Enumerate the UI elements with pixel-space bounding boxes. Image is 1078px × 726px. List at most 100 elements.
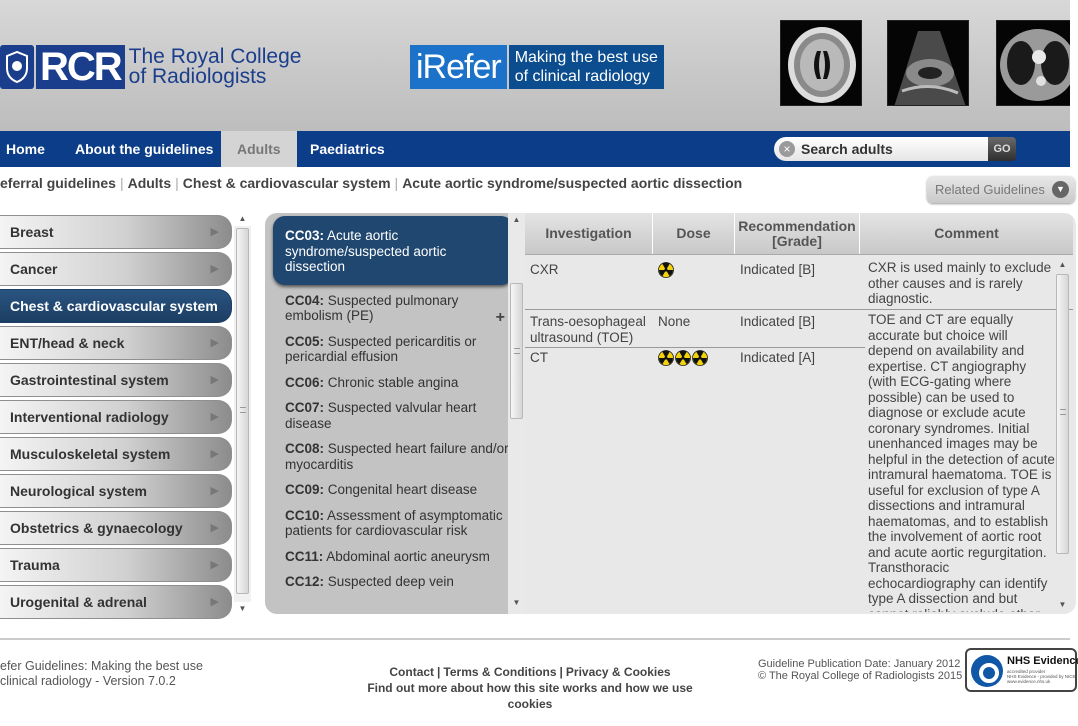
scroll-down-icon[interactable]: ▼ bbox=[1054, 598, 1071, 612]
scroll-thumb[interactable] bbox=[1056, 274, 1069, 554]
radiation-icon bbox=[658, 350, 674, 367]
cell-recommendation: Indicated [A] bbox=[740, 350, 816, 365]
topic-item-cc12[interactable]: CC12: Suspected deep vein bbox=[265, 569, 523, 595]
chevron-right-icon: ▶ bbox=[210, 411, 219, 423]
topic-item-cc10[interactable]: CC10: Assessment of asymptomatic patient… bbox=[265, 503, 523, 544]
nav-adults[interactable]: Adults bbox=[221, 131, 297, 167]
cell-comment: CXR is used mainly to exclude other caus… bbox=[868, 260, 1052, 306]
footer-separator: | bbox=[559, 665, 563, 679]
table-header: Investigation Dose Recommendation [Grade]… bbox=[525, 213, 1073, 255]
topic-code: CC11: bbox=[285, 548, 324, 564]
comment-scrollbar[interactable]: ▲ ▼ bbox=[1054, 258, 1071, 614]
expand-plus-icon[interactable]: + bbox=[496, 309, 505, 327]
cell-dose bbox=[658, 350, 709, 367]
system-item-urogenital[interactable]: Urogenital & adrenal ▶ bbox=[0, 585, 232, 619]
topic-item-cc08[interactable]: CC08: Suspected heart failure and/or myo… bbox=[265, 436, 523, 477]
nav-about-guidelines[interactable]: About the guidelines bbox=[69, 131, 219, 167]
rcr-name-line2: of Radiologists bbox=[128, 65, 267, 88]
chevron-right-icon: ▶ bbox=[210, 337, 219, 349]
chevron-right-icon: ▶ bbox=[210, 596, 219, 608]
breadcrumb-referral-guidelines[interactable]: eferral guidelines bbox=[0, 175, 116, 191]
topic-item-cc06[interactable]: CC06: Chronic stable angina bbox=[265, 370, 523, 396]
system-list-scrollbar[interactable]: ▲ ▼ bbox=[234, 212, 251, 616]
system-item-trauma[interactable]: Trauma ▶ bbox=[0, 548, 232, 582]
privacy-link[interactable]: Privacy & Cookies bbox=[566, 665, 671, 679]
footer-links: Contact | Terms & Conditions | Privacy & Coo… bbox=[358, 664, 702, 712]
system-item-breast[interactable]: Breast ▶ bbox=[0, 215, 232, 249]
system-item-label: Trauma bbox=[10, 557, 60, 573]
radiation-icon bbox=[675, 350, 691, 367]
topic-list-scrollbar[interactable]: ▲ ▼ bbox=[508, 213, 525, 614]
topic-code: CC10: bbox=[285, 507, 325, 523]
topic-item-cc11[interactable]: CC11: Abdominal aortic aneurysm bbox=[265, 544, 523, 570]
breadcrumb-adults[interactable]: Adults bbox=[128, 175, 172, 191]
system-item-label: Interventional radiology bbox=[10, 409, 169, 425]
topic-item-cc04[interactable]: CC04: Suspected pulmonary embolism (PE) bbox=[265, 288, 523, 329]
system-item-cancer[interactable]: Cancer ▶ bbox=[0, 252, 232, 286]
header-investigation: Investigation bbox=[525, 213, 653, 254]
cell-recommendation: Indicated [B] bbox=[740, 314, 816, 329]
system-item-chest-cardiovascular[interactable]: Chest & cardiovascular system▶ bbox=[0, 289, 232, 323]
header-dose: Dose bbox=[653, 213, 735, 254]
nav-home[interactable]: Home bbox=[0, 131, 51, 167]
breadcrumb-separator: | bbox=[119, 175, 124, 191]
topic-code: CC12: bbox=[285, 574, 325, 589]
rcr-name-line1: The Royal College bbox=[128, 45, 302, 68]
topic-name: Congenital heart disease bbox=[324, 482, 478, 497]
system-item-ent-head-neck[interactable]: ENT/head & neck ▶ bbox=[0, 326, 232, 360]
topic-item-cc09[interactable]: CC09: Congenital heart disease bbox=[265, 477, 523, 503]
scroll-down-icon[interactable]: ▼ bbox=[508, 596, 525, 610]
search-go-button[interactable]: GO bbox=[988, 137, 1016, 161]
scroll-up-icon[interactable]: ▲ bbox=[234, 212, 251, 226]
rcr-logo[interactable]: RCR The Royal College of Radiologists bbox=[0, 44, 301, 90]
search-input[interactable] bbox=[801, 141, 981, 157]
topic-item-cc07[interactable]: CC07: Suspected valvular heart disease bbox=[265, 395, 523, 436]
nhs-subtext: accredited provider NHS Evidence - provi… bbox=[1007, 669, 1076, 684]
topic-name: Suspected deep vein bbox=[324, 574, 454, 589]
cell-dose bbox=[658, 262, 675, 279]
scroll-down-icon[interactable]: ▼ bbox=[234, 602, 251, 616]
nav-paediatrics[interactable]: Paediatrics bbox=[304, 131, 391, 167]
cookies-link[interactable]: Find out more about how this site works … bbox=[358, 680, 702, 712]
system-item-neurological[interactable]: Neurological system ▶ bbox=[0, 474, 232, 508]
scroll-thumb[interactable] bbox=[236, 228, 249, 594]
related-guidelines-button[interactable]: Related Guidelines ▼ bbox=[927, 176, 1075, 203]
irefer-tag-line2: of clinical radiology bbox=[514, 68, 650, 85]
cell-dose: None bbox=[658, 314, 691, 329]
irefer-word: iRefer bbox=[410, 45, 507, 89]
system-item-obstetrics[interactable]: Obstetrics & gynaecology ▶ bbox=[0, 511, 232, 545]
clear-icon[interactable]: × bbox=[779, 141, 795, 157]
system-item-label: ENT/head & neck bbox=[10, 335, 125, 351]
system-item-label: Musculoskeletal system bbox=[10, 446, 171, 462]
footer-separator: | bbox=[437, 665, 441, 679]
breadcrumb-separator: | bbox=[394, 175, 399, 191]
topic-name: Abdominal aortic aneurysm bbox=[323, 548, 490, 564]
system-item-interventional[interactable]: Interventional radiology ▶ bbox=[0, 400, 232, 434]
footer-version: efer Guidelines: Making the best use cli… bbox=[0, 659, 203, 689]
system-list: Breast ▶ Cancer ▶ Chest & cardiovascular s… bbox=[0, 215, 232, 622]
nhs-evidence-badge[interactable]: NHS Evidence accredited provider NHS Evi… bbox=[965, 648, 1078, 692]
contact-link[interactable]: Contact bbox=[389, 665, 434, 679]
brain-scan-image bbox=[780, 20, 862, 106]
scroll-thumb[interactable] bbox=[510, 283, 523, 419]
cell-recommendation: Indicated [B] bbox=[740, 262, 816, 277]
terms-link[interactable]: Terms & Conditions bbox=[443, 665, 556, 679]
system-item-label: Obstetrics & gynaecology bbox=[10, 520, 183, 536]
cell-investigation: CT bbox=[530, 350, 548, 365]
system-item-musculoskeletal[interactable]: Musculoskeletal system ▶ bbox=[0, 437, 232, 471]
topic-item-cc05[interactable]: CC05: Suspected pericarditis or pericard… bbox=[265, 329, 523, 370]
system-item-gastrointestinal[interactable]: Gastrointestinal system ▶ bbox=[0, 363, 232, 397]
topic-code: CC03: bbox=[285, 228, 325, 243]
topic-item-cc03[interactable]: CC03: Acute aortic syndrome/suspected ao… bbox=[273, 216, 513, 285]
header-recommendation-line2: [Grade] bbox=[772, 232, 822, 249]
scroll-up-icon[interactable]: ▲ bbox=[1054, 258, 1071, 272]
publication-date: Guideline Publication Date: January 2012 bbox=[758, 658, 961, 670]
chevron-right-icon: ▶ bbox=[210, 522, 219, 534]
nhs-evidence-logo-icon bbox=[971, 655, 1003, 687]
breadcrumb-chest[interactable]: Chest & cardiovascular system bbox=[183, 175, 391, 191]
irefer-logo[interactable]: iRefer Making the best use of clinical r… bbox=[410, 45, 664, 89]
scroll-up-icon[interactable]: ▲ bbox=[508, 213, 525, 227]
chevron-right-icon: ▶ bbox=[210, 226, 219, 238]
rcr-short: RCR bbox=[36, 45, 125, 89]
irefer-tag-line1: Making the best use bbox=[514, 49, 658, 66]
